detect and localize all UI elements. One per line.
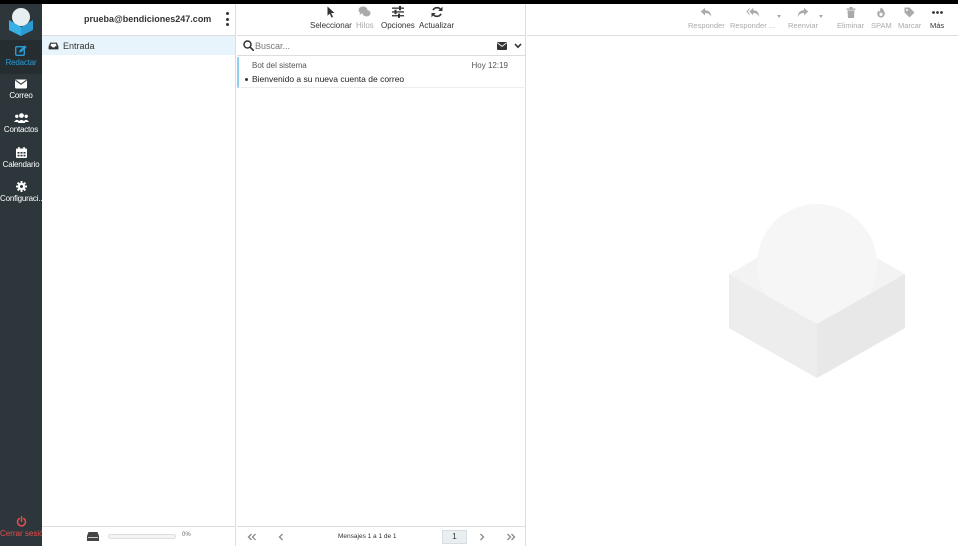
message-count: Mensajes 1 a 1 de 1 <box>338 533 397 540</box>
message-content-panel: Responder Responder ... Reenviar Elimina… <box>527 4 958 546</box>
account-email: prueba@bendiciones247.com <box>84 14 212 24</box>
last-page-button[interactable] <box>504 530 518 544</box>
logout-button[interactable]: Cerrar sesión <box>0 512 49 546</box>
message-date: Hoy 12:19 <box>471 61 508 70</box>
chevron-right-icon <box>480 533 485 541</box>
forward-icon <box>797 7 809 17</box>
fire-icon <box>877 7 886 18</box>
reply-all-button[interactable]: Responder ... <box>730 7 775 30</box>
folder-label: Entrada <box>63 40 95 51</box>
quota-text: 0% <box>182 532 191 538</box>
mark-button[interactable]: Marcar <box>898 7 921 30</box>
nav-item-label: Correo <box>9 91 33 100</box>
page-number-input[interactable]: 1 <box>442 530 467 544</box>
calendar-icon <box>15 147 27 158</box>
roundcube-watermark-icon <box>729 204 905 378</box>
folder-item-inbox[interactable]: Entrada <box>42 36 235 55</box>
nav-item-settings[interactable]: Configuraci... <box>0 176 42 210</box>
folder-footer: 0% <box>42 526 235 546</box>
storage-icon[interactable] <box>87 532 99 541</box>
refresh-label: Actualizar <box>419 21 455 30</box>
more-label: Más <box>930 21 945 30</box>
refresh-icon <box>431 6 443 18</box>
search-input[interactable] <box>255 39 485 53</box>
nav-item-mail[interactable]: Correo <box>0 74 42 108</box>
message-toolbar: Responder Responder ... Reenviar Elimina… <box>527 4 958 36</box>
trash-icon <box>846 7 856 18</box>
roundcube-logo-icon <box>9 7 33 36</box>
quota-bar <box>108 534 176 539</box>
more-dots-icon <box>931 11 943 14</box>
gear-icon <box>15 181 27 192</box>
select-label: Seleccionar <box>310 21 352 30</box>
forward-dropdown-icon[interactable] <box>819 15 823 18</box>
threads-button[interactable]: Hilos <box>356 6 374 30</box>
reply-label: Responder <box>688 21 725 30</box>
chevron-left-icon <box>278 533 283 541</box>
folder-actions-menu-icon[interactable] <box>223 12 231 26</box>
search-bar <box>237 36 526 56</box>
mark-label: Marcar <box>898 21 922 30</box>
nav-item-label: Contactos <box>3 125 39 134</box>
chevron-down-icon[interactable] <box>514 43 522 49</box>
more-button[interactable]: Más <box>930 7 944 30</box>
list-toolbar: Seleccionar Hilos Opciones Actualizar <box>237 4 526 36</box>
nav-item-label: Redactar <box>5 58 37 67</box>
tag-icon <box>904 7 915 18</box>
reply-button[interactable]: Responder <box>688 7 725 30</box>
options-label: Opciones <box>381 21 415 30</box>
power-icon <box>16 516 26 527</box>
comments-icon <box>358 6 371 17</box>
nav-item-compose[interactable]: Redactar <box>0 40 42 74</box>
nav-item-label: Calendario <box>2 160 40 169</box>
logout-label: Cerrar sesión <box>0 529 49 538</box>
reply-icon <box>701 7 712 17</box>
nav-item-contacts[interactable]: Contactos <box>0 108 42 142</box>
message-sender: Bot del sistema <box>252 61 307 70</box>
first-page-button[interactable] <box>245 530 259 544</box>
forward-label: Reenviar <box>788 21 819 30</box>
reply-all-label: Responder ... <box>730 21 776 30</box>
folder-panel: prueba@bendiciones247.com Entrada 0% <box>42 4 236 546</box>
app-logo[interactable] <box>0 4 42 37</box>
double-chevron-left-icon <box>247 533 256 541</box>
delete-label: Eliminar <box>837 21 865 30</box>
threads-label: Hilos <box>356 21 374 30</box>
refresh-button[interactable]: Actualizar <box>419 6 454 30</box>
spam-label: SPAM <box>871 21 892 30</box>
select-button[interactable]: Seleccionar <box>310 6 352 30</box>
message-subject: Bienvenido a su nueva cuenta de correo <box>252 74 405 84</box>
spam-button[interactable]: SPAM <box>871 7 892 30</box>
nav-item-label: Configuraci... <box>0 194 42 203</box>
list-pager: Mensajes 1 a 1 de 1 1 <box>237 526 526 546</box>
users-icon <box>13 113 29 123</box>
webmail-app: Redactar Correo Contactos Calendario Con… <box>0 4 958 546</box>
message-list-panel: Seleccionar Hilos Opciones Actualizar Bu… <box>237 4 526 546</box>
next-page-button[interactable] <box>475 530 489 544</box>
envelope-filter-icon[interactable] <box>497 42 507 50</box>
nav-item-calendar[interactable]: Calendario <box>0 142 42 176</box>
reply-all-dropdown-icon[interactable] <box>777 15 781 18</box>
options-button[interactable]: Opciones <box>381 6 415 30</box>
message-row[interactable]: Bot del sistema Hoy 12:19 Bienvenido a s… <box>237 57 526 88</box>
cursor-icon <box>327 6 335 18</box>
reply-all-icon <box>745 7 759 17</box>
delete-button[interactable]: Eliminar <box>837 7 864 30</box>
inbox-icon <box>48 42 59 49</box>
unread-dot-icon[interactable] <box>245 78 248 81</box>
folder-header: prueba@bendiciones247.com <box>42 4 235 36</box>
forward-button[interactable]: Reenviar <box>788 7 818 30</box>
prev-page-button[interactable] <box>274 530 288 544</box>
search-icon <box>243 40 254 51</box>
sliders-icon <box>391 6 404 18</box>
main-nav: Redactar Correo Contactos Calendario Con… <box>0 4 49 546</box>
double-chevron-right-icon <box>507 533 516 541</box>
envelope-icon <box>15 79 27 89</box>
compose-icon <box>15 45 27 56</box>
